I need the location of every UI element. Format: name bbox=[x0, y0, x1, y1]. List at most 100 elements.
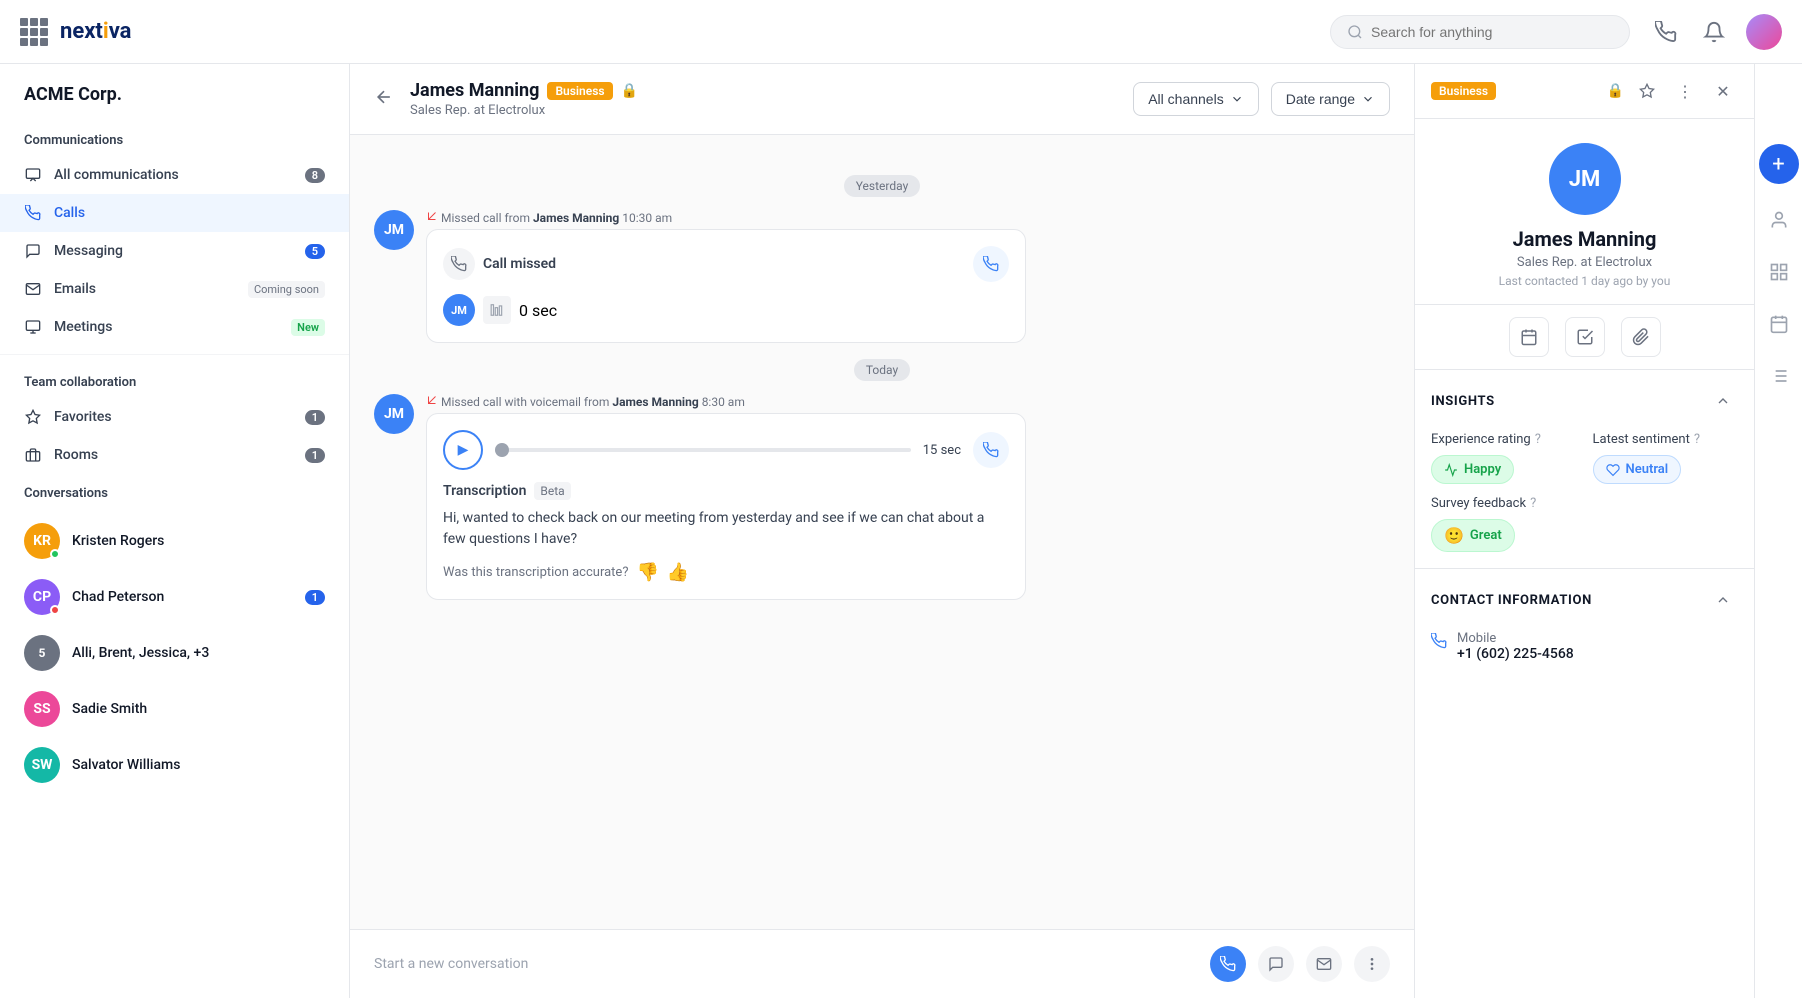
messaging-icon bbox=[24, 242, 42, 260]
list-item[interactable]: 5 Alli, Brent, Jessica, +3 bbox=[0, 625, 349, 681]
thumbs-down-button[interactable]: 👎 bbox=[636, 562, 658, 583]
meetings-tag: New bbox=[291, 319, 325, 336]
conversations-section-title: Conversations bbox=[0, 474, 349, 509]
emails-tag: Coming soon bbox=[248, 281, 325, 298]
rooms-badge: 1 bbox=[305, 448, 325, 463]
experience-rating-label: Experience rating ? bbox=[1431, 432, 1577, 447]
footer-input-row: Start a new conversation bbox=[374, 946, 1390, 982]
list-item[interactable]: KR Kristen Rogers bbox=[0, 513, 349, 569]
all-communications-badge: 8 bbox=[305, 168, 325, 183]
call-duration: JM 0 sec bbox=[443, 294, 1009, 326]
play-button[interactable]: ▶ bbox=[443, 430, 483, 470]
contact-info-section: CONTACT INFORMATION Mobile +1 (602) 225-… bbox=[1415, 569, 1754, 690]
rp-contact-title: Sales Rep. at Electrolux bbox=[1517, 255, 1652, 270]
phone-nav-icon[interactable] bbox=[1650, 16, 1682, 48]
rp-star-button[interactable] bbox=[1632, 76, 1662, 106]
voicemail-contact: James Manning bbox=[612, 395, 698, 409]
avatar: SW bbox=[24, 747, 60, 783]
grid-icon[interactable] bbox=[20, 18, 48, 46]
calls-label: Calls bbox=[54, 205, 325, 221]
conv-name: Alli, Brent, Jessica, +3 bbox=[72, 645, 325, 661]
list-item[interactable]: CP Chad Peterson 1 bbox=[0, 569, 349, 625]
jm-avatar-small: JM bbox=[443, 294, 475, 326]
rail-user-icon[interactable] bbox=[1763, 204, 1795, 236]
contact-title: Sales Rep. at Electrolux bbox=[410, 103, 1121, 118]
search-input[interactable] bbox=[1371, 24, 1591, 40]
search-bar[interactable] bbox=[1330, 15, 1630, 49]
mobile-contact-details: Mobile +1 (602) 225-4568 bbox=[1457, 631, 1574, 662]
footer-phone-button[interactable] bbox=[1210, 946, 1246, 982]
all-channels-dropdown[interactable]: All channels bbox=[1133, 82, 1259, 116]
experience-help-icon[interactable]: ? bbox=[1535, 432, 1541, 447]
emails-label: Emails bbox=[54, 281, 236, 297]
user-avatar[interactable] bbox=[1746, 14, 1782, 50]
survey-feedback-label: Survey feedback ? bbox=[1431, 496, 1738, 511]
list-item[interactable]: SS Sadie Smith bbox=[0, 681, 349, 737]
company-name: ACME Corp. bbox=[24, 84, 325, 105]
call-back-button[interactable] bbox=[973, 246, 1009, 282]
rail-list-icon[interactable] bbox=[1763, 360, 1795, 392]
rail-calendar-icon[interactable] bbox=[1763, 308, 1795, 340]
sidebar-item-messaging[interactable]: Messaging 5 bbox=[0, 232, 349, 270]
calendar-action-button[interactable] bbox=[1509, 317, 1549, 357]
sidebar-item-meetings[interactable]: Meetings New bbox=[0, 308, 349, 346]
messaging-badge: 5 bbox=[305, 244, 325, 259]
survey-value: 🙂 Great bbox=[1431, 519, 1515, 552]
chat-header-actions: All channels Date range bbox=[1133, 82, 1390, 116]
chat-header: James Manning Business 🔒 Sales Rep. at E… bbox=[350, 64, 1414, 135]
lock-icon: 🔒 bbox=[621, 83, 638, 99]
feedback-question: Was this transcription accurate? bbox=[443, 565, 628, 580]
footer-email-button[interactable] bbox=[1306, 946, 1342, 982]
survey-help-icon[interactable]: ? bbox=[1530, 496, 1536, 511]
conv-name: Salvator Williams bbox=[72, 757, 325, 773]
rp-more-button[interactable]: ⋮ bbox=[1670, 76, 1700, 106]
voicemail-bubble: ▶ 15 sec Transcription bbox=[426, 413, 1026, 600]
date-range-dropdown[interactable]: Date range bbox=[1271, 82, 1390, 116]
insights-title: INSIGHTS bbox=[1431, 394, 1495, 409]
latest-sentiment-label: Latest sentiment ? bbox=[1593, 432, 1739, 447]
voicemail-call-back-button[interactable] bbox=[973, 432, 1009, 468]
logo-text: nextiva bbox=[60, 19, 131, 44]
list-item[interactable]: SW Salvator Williams bbox=[0, 737, 349, 793]
missed-call-contact: James Manning bbox=[533, 211, 619, 225]
back-button[interactable] bbox=[374, 87, 394, 112]
chat-messages[interactable]: Yesterday JM Missed call from James Mann… bbox=[350, 135, 1414, 929]
contact-info-header: CONTACT INFORMATION bbox=[1431, 585, 1738, 615]
insights-grid: Experience rating ? Happy Latest sentime… bbox=[1431, 432, 1738, 484]
rp-lock-icon: 🔒 bbox=[1607, 83, 1624, 99]
msg-header: Missed call from James Manning 10:30 am bbox=[426, 210, 1390, 225]
footer-more-button[interactable] bbox=[1354, 946, 1390, 982]
sidebar: ACME Corp. Communications All communicat… bbox=[0, 64, 350, 998]
missed-call-time: 10:30 am bbox=[622, 211, 672, 225]
rail-grid-icon[interactable] bbox=[1763, 256, 1795, 288]
sidebar-item-emails[interactable]: Emails Coming soon bbox=[0, 270, 349, 308]
insights-collapse-button[interactable] bbox=[1708, 386, 1738, 416]
sidebar-item-all-communications[interactable]: All communications 8 bbox=[0, 156, 349, 194]
contact-info-collapse-button[interactable] bbox=[1708, 585, 1738, 615]
bell-icon[interactable] bbox=[1698, 16, 1730, 48]
sidebar-item-rooms[interactable]: Rooms 1 bbox=[0, 436, 349, 474]
meetings-label: Meetings bbox=[54, 319, 279, 335]
task-action-button[interactable] bbox=[1565, 317, 1605, 357]
transcription-label: Transcription bbox=[443, 483, 526, 499]
footer-message-button[interactable] bbox=[1258, 946, 1294, 982]
communications-section-title: Communications bbox=[0, 121, 349, 156]
experience-rating-item: Experience rating ? Happy bbox=[1431, 432, 1577, 484]
footer-actions bbox=[1210, 946, 1390, 982]
sentiment-help-icon[interactable]: ? bbox=[1694, 432, 1700, 447]
rail-plus-button[interactable]: + bbox=[1759, 144, 1799, 184]
voicemail-player: ▶ 15 sec bbox=[443, 430, 1009, 470]
sidebar-item-calls[interactable]: Calls bbox=[0, 194, 349, 232]
attachment-action-button[interactable] bbox=[1621, 317, 1661, 357]
rp-close-button[interactable]: ✕ bbox=[1708, 76, 1738, 106]
conversation-list: KR Kristen Rogers CP Chad Peterson 1 5 A… bbox=[0, 513, 349, 793]
sidebar-item-favorites[interactable]: Favorites 1 bbox=[0, 398, 349, 436]
day-divider-yesterday: Yesterday bbox=[374, 175, 1390, 194]
progress-bar[interactable] bbox=[495, 448, 911, 452]
avatar: JM bbox=[374, 210, 414, 250]
icon-rail: + bbox=[1754, 64, 1802, 998]
favorites-label: Favorites bbox=[54, 409, 293, 425]
thumbs-up-button[interactable]: 👍 bbox=[667, 562, 689, 583]
contact-name: James Manning bbox=[410, 80, 539, 101]
emails-icon bbox=[24, 280, 42, 298]
